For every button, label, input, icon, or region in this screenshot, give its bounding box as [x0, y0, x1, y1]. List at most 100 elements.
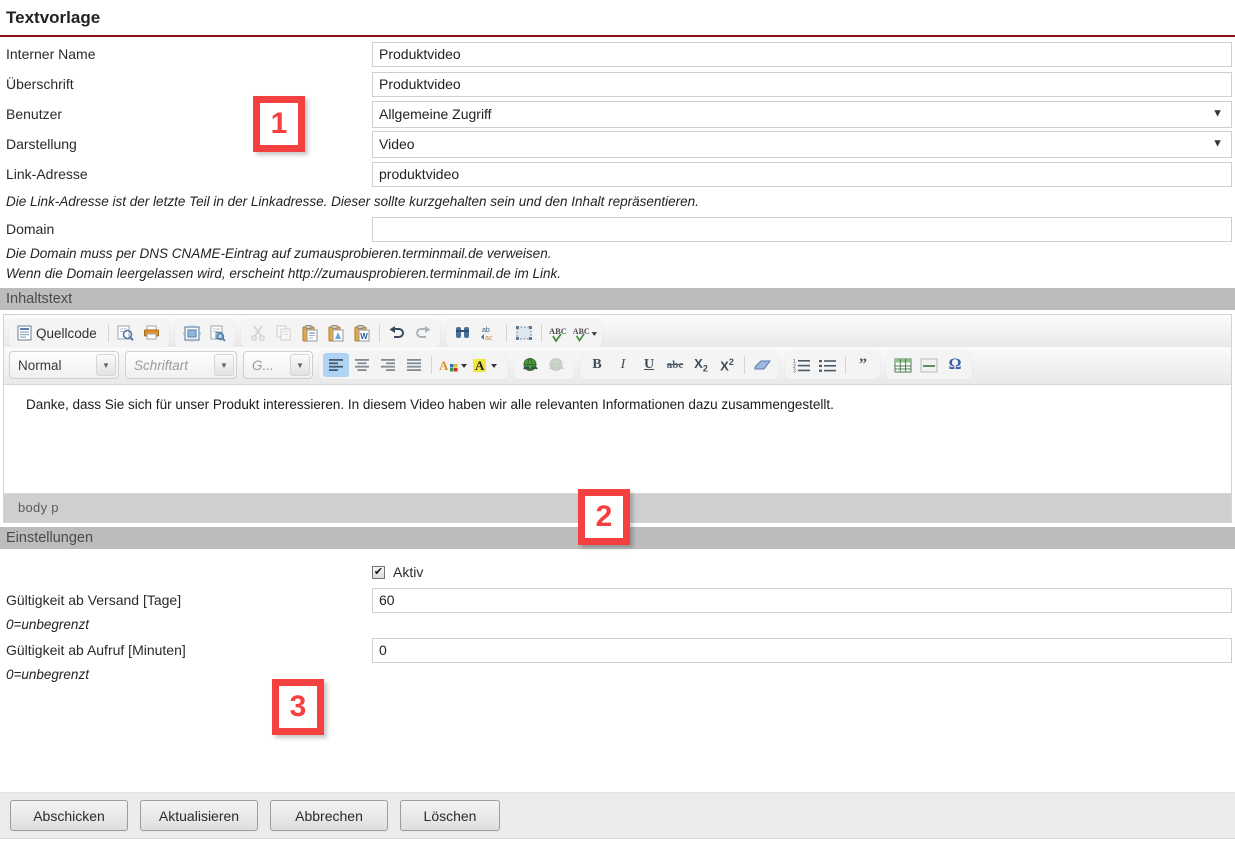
underline-button[interactable]: U [636, 353, 662, 377]
editor-content-area[interactable]: Danke, dass Sie sich für unser Produkt i… [4, 384, 1231, 494]
horizontal-rule-button[interactable] [916, 353, 942, 377]
copy-button[interactable] [271, 321, 297, 345]
print-button[interactable] [139, 321, 165, 345]
redo-icon [415, 326, 431, 338]
paragraph-format-select[interactable]: Normal ▼ [9, 351, 119, 379]
background-color-button[interactable]: A [470, 353, 504, 377]
unlink-button[interactable] [544, 353, 570, 377]
aktiv-checkbox[interactable]: ✔ [372, 565, 385, 579]
cancel-button[interactable]: Abbrechen [270, 800, 388, 831]
special-char-button[interactable]: Ω [942, 353, 968, 377]
spellcheck-options-button[interactable]: ABC [572, 321, 598, 345]
text-color-button[interactable]: A [436, 353, 470, 377]
toolbar-separator [540, 324, 542, 342]
select-all-button[interactable] [511, 321, 537, 345]
paste-as-text-button[interactable] [323, 321, 349, 345]
gueltigkeit-aufruf-input[interactable] [372, 637, 1232, 663]
strikethrough-button[interactable]: abc [662, 353, 688, 377]
active-row: ✔ Aktiv [0, 559, 1235, 585]
link-adresse-hint: Die Link-Adresse ist der letzte Teil in … [6, 194, 699, 209]
bulleted-list-button[interactable] [815, 353, 841, 377]
source-code-button[interactable]: Quellcode [13, 321, 104, 345]
preview-button[interactable] [113, 321, 139, 345]
paste-text-icon [328, 324, 344, 341]
form-row-link-adresse: Link-Adresse [0, 159, 1235, 189]
paragraph-format-value: Normal [18, 357, 62, 373]
link-button[interactable] [518, 353, 544, 377]
form-row-domain: Domain [0, 214, 1235, 244]
toolbar-separator [744, 356, 745, 374]
chevron-down-icon: ▼ [214, 354, 234, 376]
preview-icon [117, 325, 135, 341]
italic-button[interactable]: I [610, 353, 636, 377]
label-link-adresse: Link-Adresse [6, 166, 88, 182]
domain-hint-dns: Die Domain muss per DNS CNAME-Eintrag au… [6, 246, 552, 261]
document-properties-button[interactable] [205, 321, 231, 345]
paste-button[interactable] [297, 321, 323, 345]
numbered-list-button[interactable]: 1 2 3 [789, 353, 815, 377]
hint-gueltigkeit-versand: 0=unbegrenzt [6, 617, 89, 632]
paste-from-word-button[interactable]: W [349, 321, 375, 345]
annotation-badge-1: 1 [253, 96, 305, 152]
domain-input[interactable] [372, 216, 1232, 242]
label-domain: Domain [6, 221, 55, 237]
text-color-icon: A [439, 358, 467, 373]
templates-button[interactable] [179, 321, 205, 345]
align-justify-button[interactable] [401, 353, 427, 377]
svg-text:ABC: ABC [549, 326, 567, 336]
replace-button[interactable]: ab ac [476, 321, 502, 345]
bold-button[interactable]: B [584, 353, 610, 377]
form-row-gueltigkeit-versand: Gültigkeit ab Versand [Tage] [0, 585, 1235, 615]
remove-format-button[interactable] [749, 353, 775, 377]
font-size-select[interactable]: G... ▼ [243, 351, 313, 379]
redo-button[interactable] [410, 321, 436, 345]
table-icon [894, 358, 912, 372]
toolbar-separator [431, 356, 432, 374]
copy-icon [276, 325, 291, 341]
field-interner-name [372, 41, 1235, 67]
label-interner-name: Interner Name [6, 46, 96, 62]
delete-button[interactable]: Löschen [400, 800, 500, 831]
spellcheck-icon: ABC [549, 326, 567, 342]
undo-icon [389, 326, 404, 338]
ueberschrift-input[interactable] [372, 71, 1232, 97]
label-gueltigkeit-aufruf: Gültigkeit ab Aufruf [Minuten] [6, 642, 186, 658]
align-left-button[interactable] [323, 353, 349, 377]
undo-button[interactable] [384, 321, 410, 345]
spellcheck-button[interactable]: ABC [546, 321, 572, 345]
align-right-button[interactable] [375, 353, 401, 377]
darstellung-select[interactable]: Video ▼ [372, 130, 1232, 158]
update-button[interactable]: Aktualisieren [140, 800, 258, 831]
benutzer-select[interactable]: Allgemeine Zugriff ▼ [372, 100, 1232, 128]
domain-hint-empty: Wenn die Domain leergelassen wird, ersch… [6, 266, 562, 281]
table-button[interactable] [890, 353, 916, 377]
form-row-darstellung: Darstellung Video ▼ [0, 129, 1235, 159]
chevron-down-icon: ▼ [1212, 137, 1223, 150]
field-link-adresse [372, 161, 1235, 187]
link-adresse-input[interactable] [372, 161, 1232, 187]
form-row-ueberschrift: Überschrift [0, 69, 1235, 99]
interner-name-input[interactable] [372, 41, 1232, 67]
textvorlage-form-page: Textvorlage Interner Name Überschrift Be… [0, 0, 1235, 846]
chevron-down-icon: ▼ [290, 354, 310, 376]
cut-icon [250, 325, 265, 341]
editor-toolbar-row-2: Normal ▼ Schriftart ▼ G... ▼ A A B I U a… [4, 347, 1231, 384]
toolbar-separator [107, 324, 109, 342]
align-center-button[interactable] [349, 353, 375, 377]
subscript-button[interactable]: X2 [688, 353, 714, 377]
paste-word-icon: W [354, 324, 370, 341]
remove-format-icon [754, 360, 771, 370]
superscript-button[interactable]: X2 [714, 353, 740, 377]
cut-button[interactable] [245, 321, 271, 345]
section-header-inhaltstext: Inhaltstext [0, 288, 1235, 310]
find-button[interactable] [450, 321, 476, 345]
gueltigkeit-versand-input[interactable] [372, 587, 1232, 613]
numbered-list-icon: 1 2 3 [793, 359, 810, 373]
submit-button[interactable]: Abschicken [10, 800, 128, 831]
svg-text:ab: ab [482, 327, 490, 334]
align-center-icon [355, 359, 369, 371]
align-left-icon [329, 359, 343, 371]
blockquote-button[interactable]: ” [850, 353, 876, 377]
svg-text:ABC: ABC [573, 326, 590, 335]
font-family-select[interactable]: Schriftart ▼ [125, 351, 237, 379]
